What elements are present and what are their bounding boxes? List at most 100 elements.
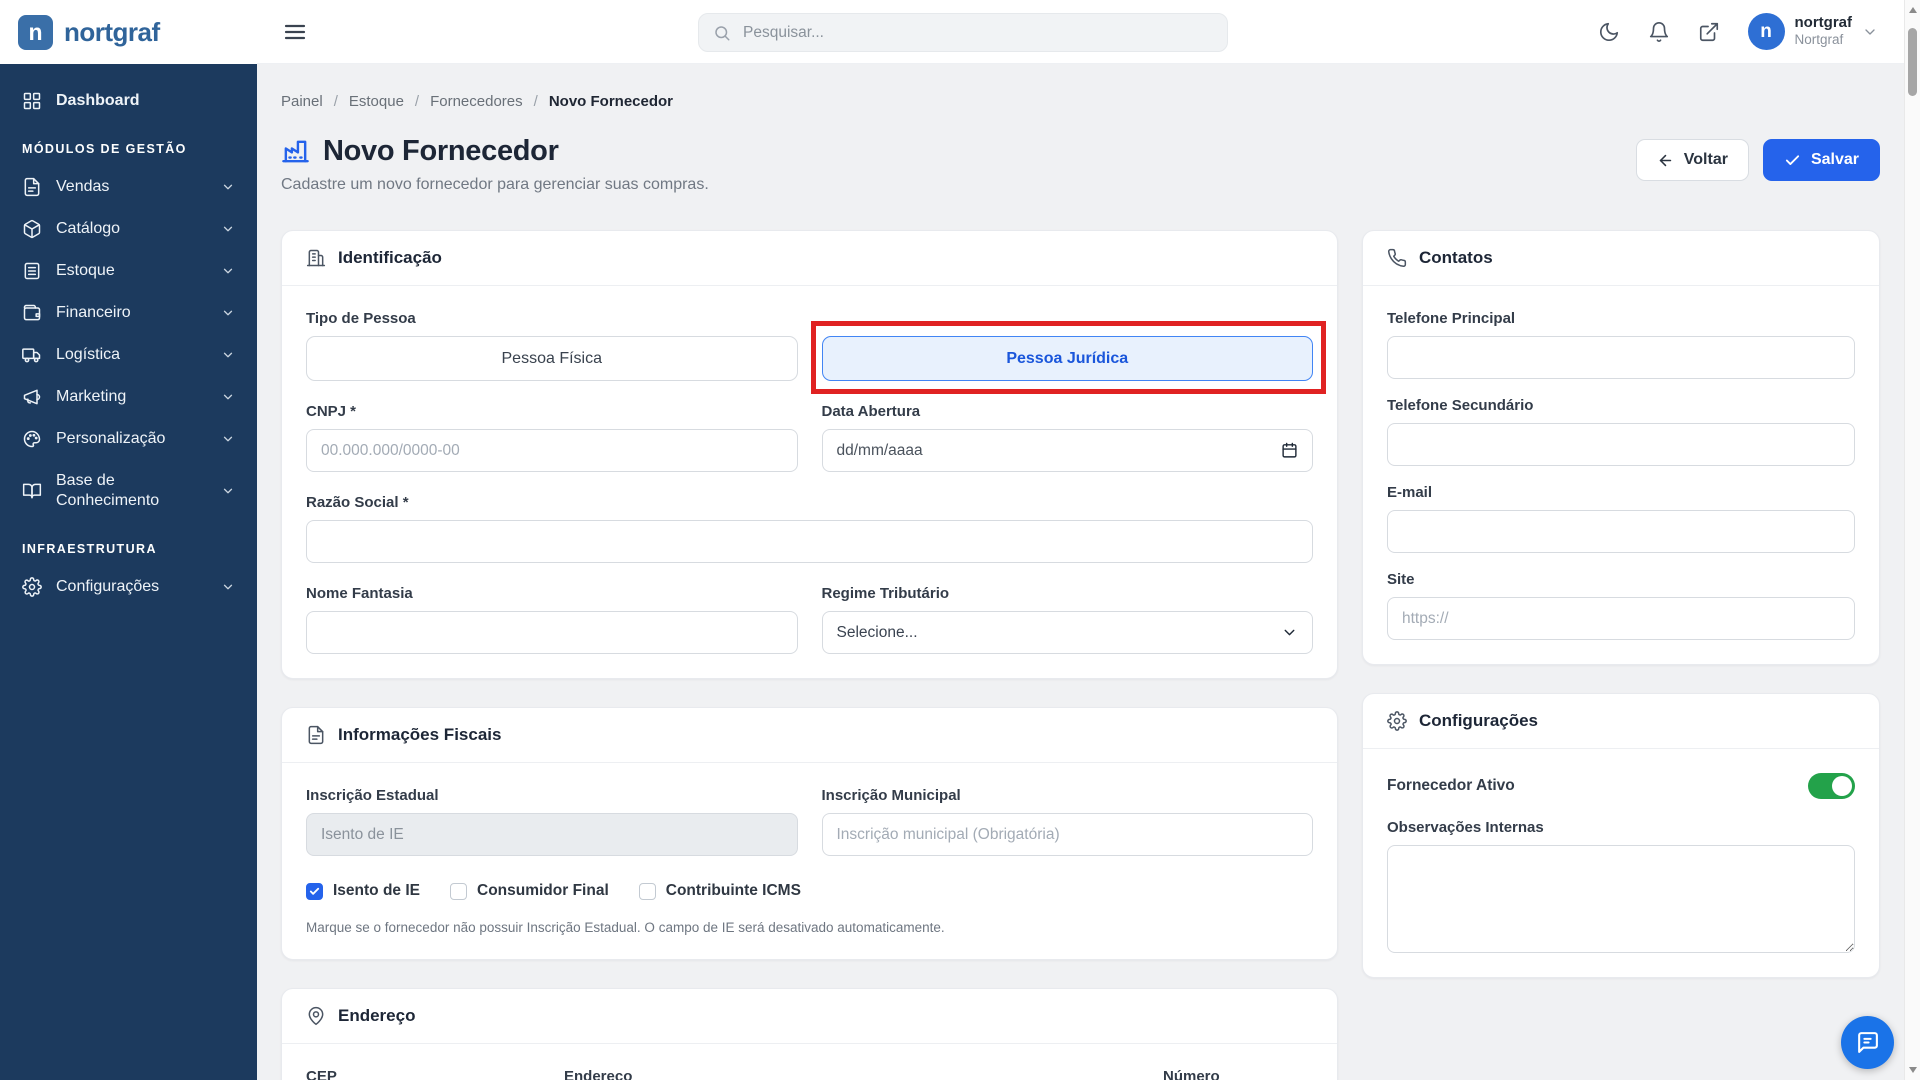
sidebar-item-label: Logística [56,346,121,363]
sidebar-item-configuracoes[interactable]: Configurações [0,566,257,608]
chevron-down-icon [221,348,235,362]
trade-name-input[interactable] [306,611,798,654]
municipal-registration-label: Inscrição Municipal [821,787,961,804]
identification-card: Identificação Tipo de Pessoa Pessoa Físi… [281,230,1338,679]
municipal-registration-input[interactable] [821,813,1313,856]
company-name-input[interactable] [306,520,1313,563]
menu-icon[interactable] [283,20,307,44]
factory-icon [281,137,310,166]
card-title: Contatos [1419,248,1493,267]
sidebar-item-logistica[interactable]: Logística [0,334,257,376]
breadcrumb: Painel / Estoque / Fornecedores / Novo Forn… [281,93,674,110]
trade-name-label: Nome Fantasia [306,585,413,602]
back-button[interactable]: Voltar [1635,139,1749,181]
brand-logo[interactable]: n nortgraf [0,0,257,64]
file-text-icon [306,725,326,745]
sidebar-nav: Dashboard MÓDULOS DE GESTÃO Vendas Catál… [0,64,257,608]
phone-primary-label: Telefone Principal [1387,310,1516,327]
checkbox-isento-ie[interactable]: Isento de IE [306,882,420,900]
page-subtitle: Cadastre um novo fornecedor para gerenci… [281,176,709,193]
sidebar-item-personalizacao[interactable]: Personalização [0,418,257,460]
internal-notes-label: Observações Internas [1387,819,1544,836]
opening-date-input[interactable]: dd/mm/aaaa [821,429,1313,472]
grid-icon [22,91,42,111]
chevron-down-icon [221,306,235,320]
bell-icon[interactable] [1648,21,1670,43]
search-input[interactable] [743,23,1213,42]
chat-fab-button[interactable] [1841,1016,1894,1069]
phone-icon [1387,248,1407,268]
supplier-active-label: Fornecedor Ativo [1387,777,1515,794]
cnpj-label: CNPJ * [306,403,357,420]
chevron-down-icon [221,580,235,594]
user-org: Nortgraf [1794,32,1844,48]
user-menu[interactable]: n nortgraf Nortgraf [1747,13,1879,50]
cnpj-input[interactable] [306,429,798,472]
phone-secondary-input[interactable] [1387,423,1855,466]
sidebar-item-estoque[interactable]: Estoque [0,250,257,292]
sidebar-item-financeiro[interactable]: Financeiro [0,292,257,334]
phone-primary-input[interactable] [1387,336,1855,379]
fiscal-help-text: Marque se o fornecedor não possuir Inscr… [306,920,945,935]
scrollbar-thumb[interactable] [1908,28,1917,96]
sidebar-item-base-conhecimento[interactable]: Base de Conhecimento [0,460,257,522]
tax-regime-label: Regime Tributário [821,585,950,602]
global-search [698,13,1228,52]
site-label: Site [1387,571,1415,588]
settings-card: Configurações Fornecedor Ativo Observaçõ… [1362,693,1880,978]
sidebar-item-label: Financeiro [56,304,131,321]
email-input[interactable] [1387,510,1855,553]
chevron-down-icon [221,432,235,446]
sidebar-item-vendas[interactable]: Vendas [0,166,257,208]
supplier-active-toggle[interactable] [1808,773,1855,799]
site-input[interactable] [1387,597,1855,640]
person-type-juridica-button[interactable]: Pessoa Jurídica [821,336,1313,381]
brand-logo-mark: n [18,14,53,50]
scrollbar-up-arrow[interactable] [1909,7,1917,13]
opening-date-label: Data Abertura [821,403,921,420]
cube-icon [22,219,42,239]
moon-icon[interactable] [1598,21,1620,43]
save-button[interactable]: Salvar [1762,139,1880,181]
fiscal-card: Informações Fiscais Inscrição Estadual I… [281,707,1338,960]
building-icon [306,248,326,268]
breadcrumb-fornecedores[interactable]: Fornecedores [430,93,523,110]
checkbox-consumidor-final[interactable]: Consumidor Final [450,882,609,900]
chevron-down-icon [1281,624,1298,641]
chevron-down-icon [221,264,235,278]
sidebar: n nortgraf Dashboard MÓDULOS DE GESTÃO V… [0,0,257,1080]
main-content: Painel / Estoque / Fornecedores / Novo Forn… [257,64,1904,1080]
chevron-down-icon [221,222,235,236]
chevron-down-icon [221,390,235,404]
sidebar-item-label: Marketing [56,388,127,405]
truck-icon [22,345,42,365]
archive-icon [22,261,42,281]
cep-label: CEP [306,1068,337,1080]
arrow-left-icon [1659,154,1672,166]
tax-regime-select[interactable]: Selecione... [821,611,1313,654]
internal-notes-textarea[interactable] [1387,845,1855,953]
sidebar-item-label: Base de Conhecimento [56,472,160,509]
state-registration-input [306,813,798,856]
breadcrumb-estoque[interactable]: Estoque [349,93,404,110]
chevron-down-icon [221,484,235,498]
sidebar-item-dashboard[interactable]: Dashboard [0,80,257,122]
sidebar-item-marketing[interactable]: Marketing [0,376,257,418]
chevron-down-icon [1862,24,1878,40]
breadcrumb-painel[interactable]: Painel [281,93,323,110]
sidebar-item-catalogo[interactable]: Catálogo [0,208,257,250]
card-title: Identificação [338,248,442,267]
person-type-fisica-button[interactable]: Pessoa Física [306,336,798,381]
company-name-label: Razão Social * [306,494,409,511]
external-link-icon[interactable] [1698,21,1720,43]
sidebar-section-infrastructure: INFRAESTRUTURA [22,542,157,556]
palette-icon [22,429,42,449]
page-scrollbar [1904,0,1920,1080]
card-title: Informações Fiscais [338,725,502,744]
avatar: n [1747,13,1785,50]
user-name: nortgraf [1794,14,1853,32]
brand-logo-text: nortgraf [64,16,160,47]
sidebar-item-label: Configurações [56,578,160,595]
scrollbar-down-arrow[interactable] [1909,1067,1917,1073]
checkbox-contribuinte-icms[interactable]: Contribuinte ICMS [638,882,801,900]
